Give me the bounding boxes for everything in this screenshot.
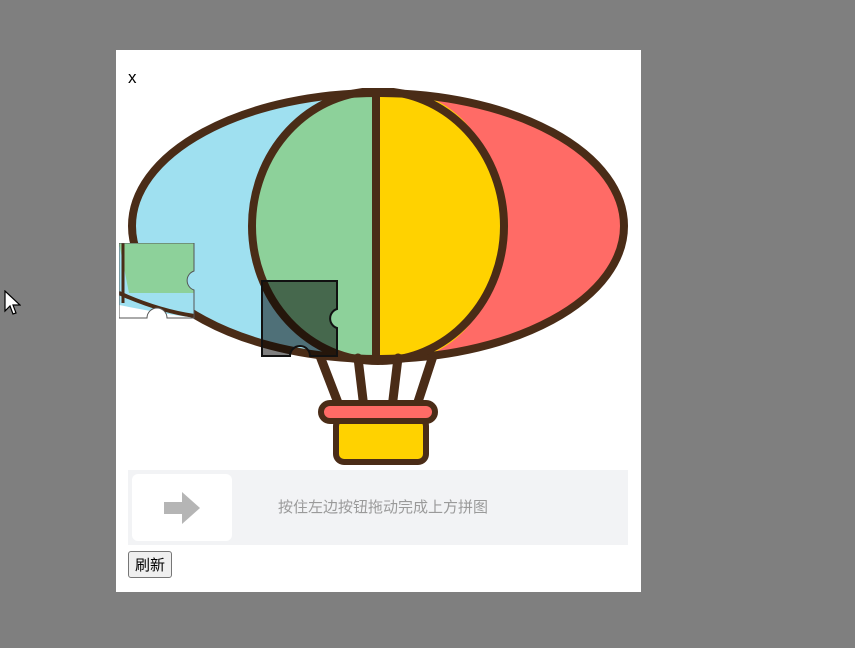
mouse-cursor-icon <box>4 290 21 315</box>
captcha-dialog: x 按住左边按钮拖动完成上方拼图 刷新 <box>116 50 641 592</box>
puzzle-piece[interactable] <box>119 243 195 319</box>
puzzle-image-area <box>128 88 628 468</box>
right-arrow-icon <box>164 491 200 524</box>
hot-air-balloon-image <box>128 88 628 465</box>
slider-track[interactable]: 按住左边按钮拖动完成上方拼图 <box>128 470 628 545</box>
puzzle-target-slot <box>261 280 338 357</box>
close-button[interactable]: x <box>128 68 137 88</box>
refresh-button[interactable]: 刷新 <box>128 551 173 578</box>
slider-handle[interactable] <box>132 474 232 541</box>
slider-hint: 按住左边按钮拖动完成上方拼图 <box>278 498 489 516</box>
